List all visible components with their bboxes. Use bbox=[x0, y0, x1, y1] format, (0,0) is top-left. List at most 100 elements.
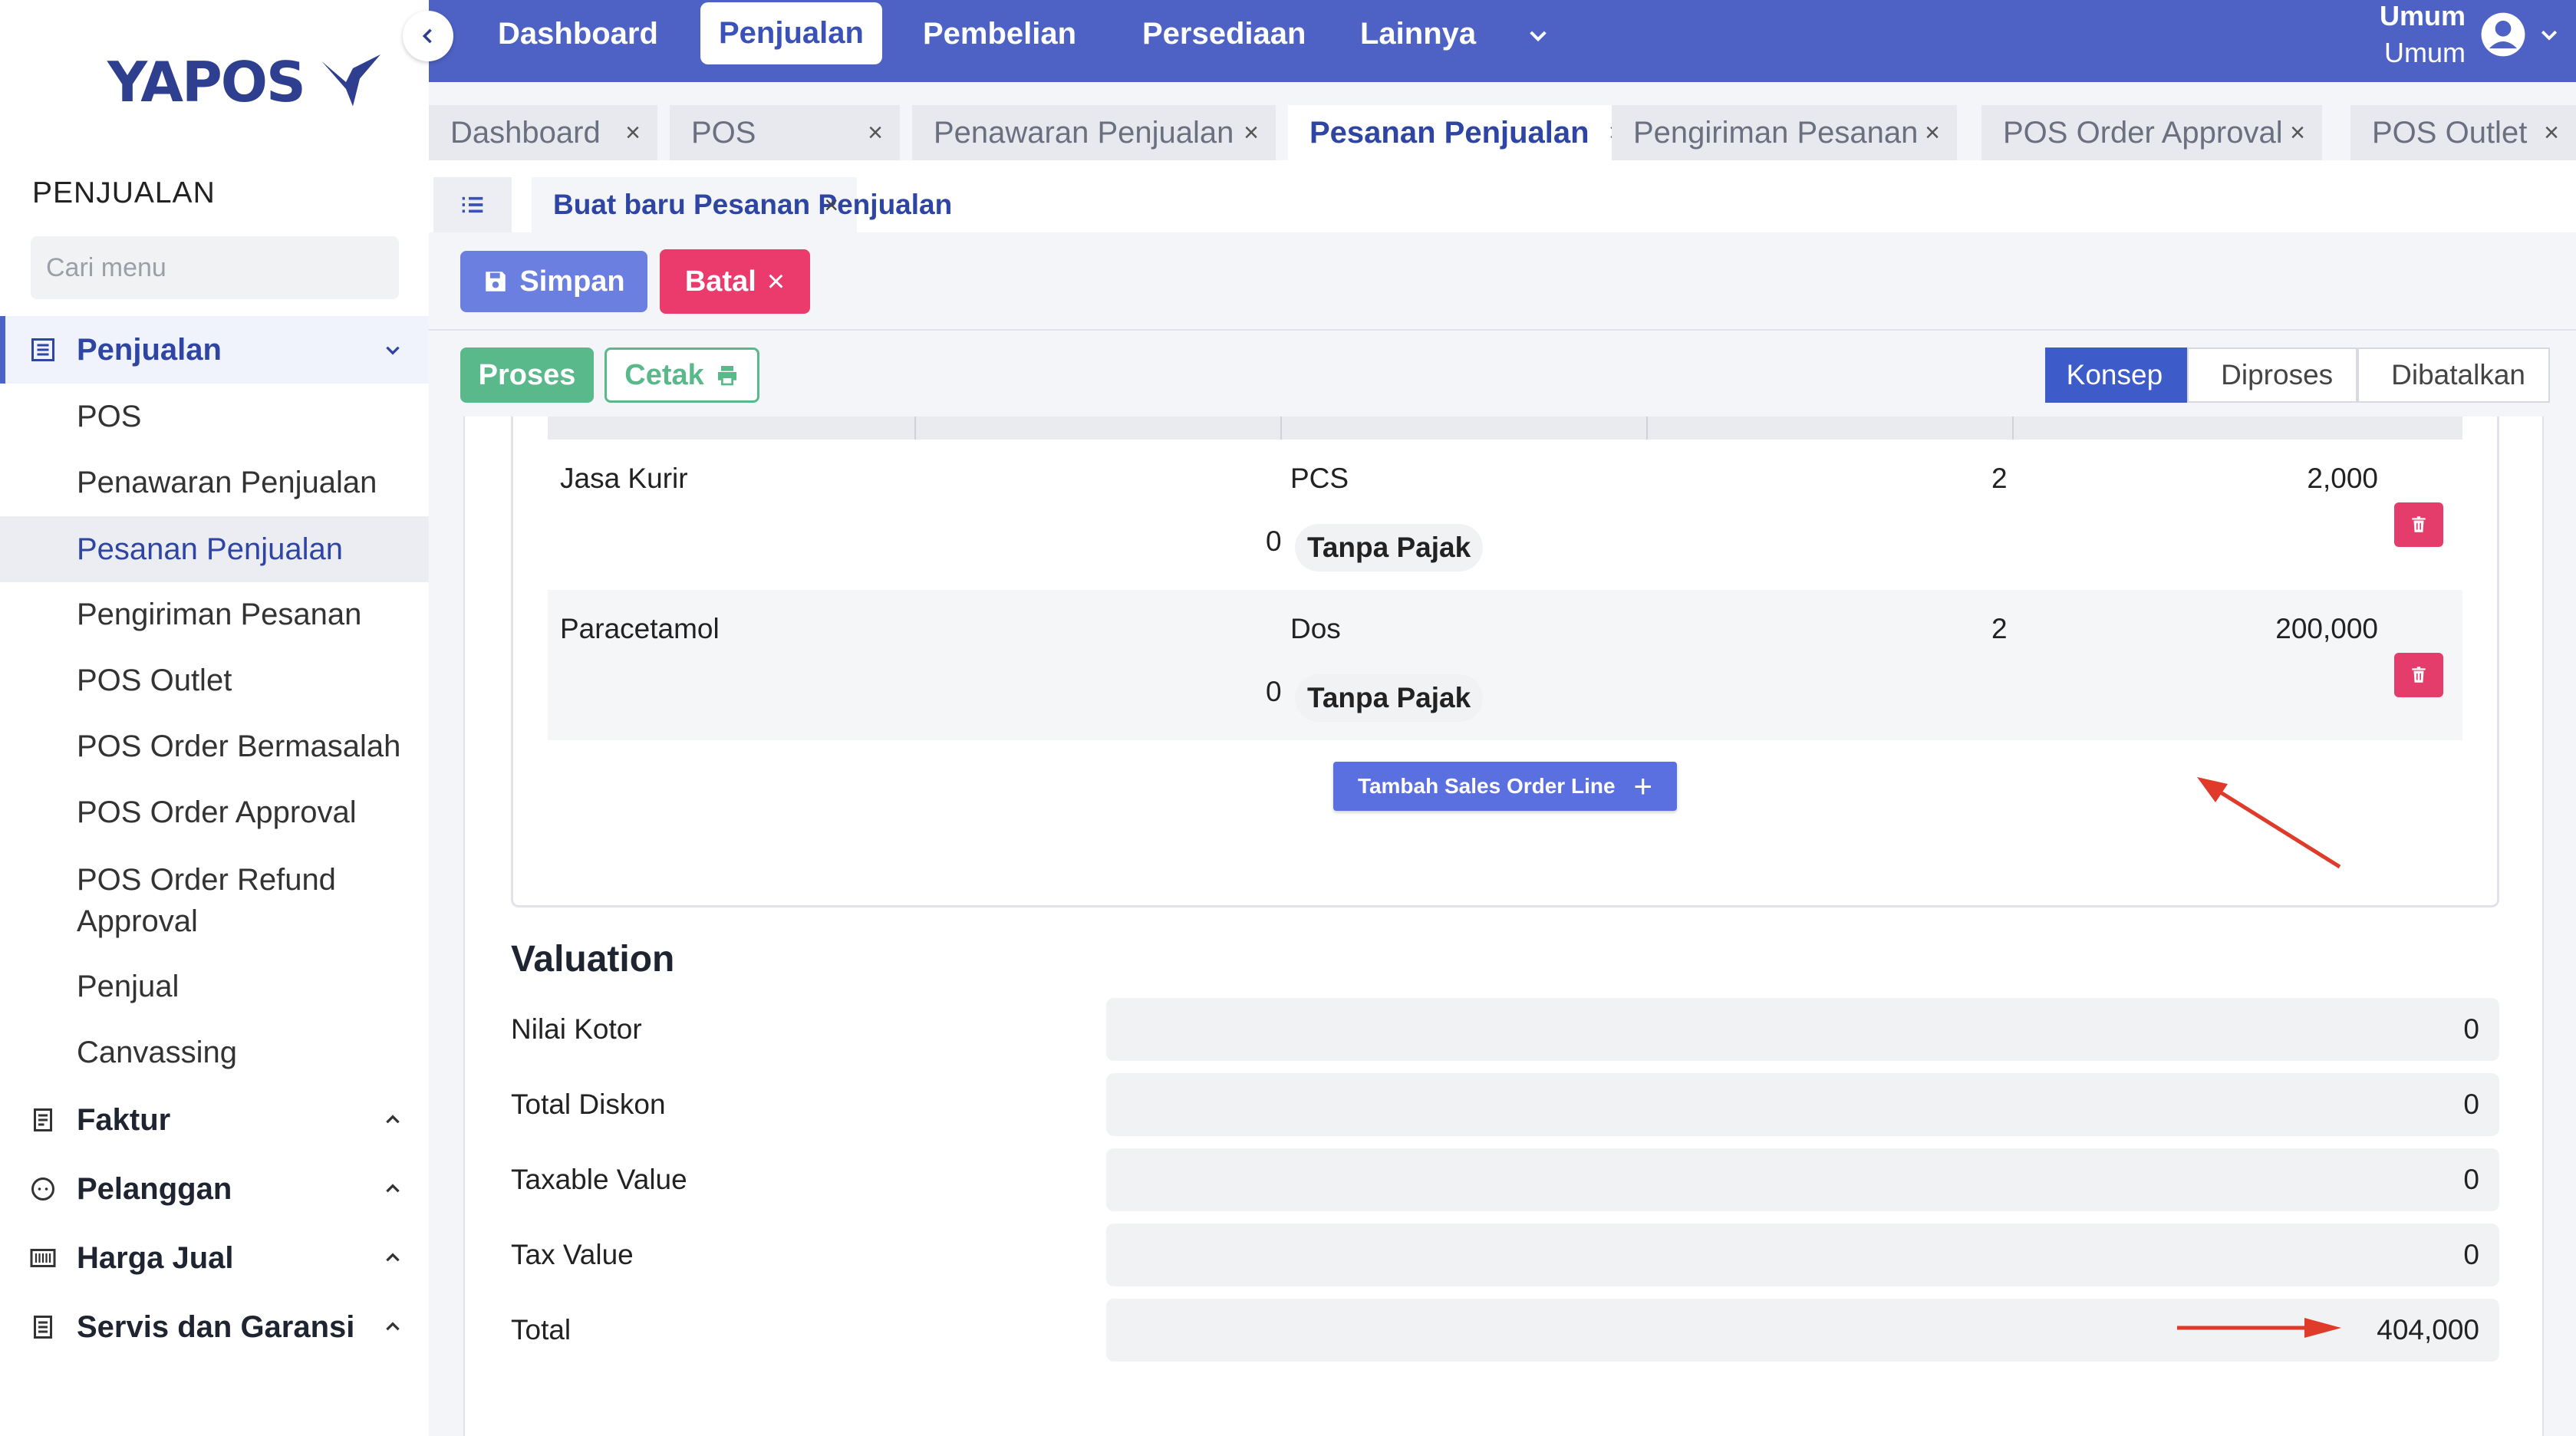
sidebar-group-label: Penjualan bbox=[77, 332, 222, 367]
table-row[interactable]: Paracetamol Dos 2 200,000 0 Tanpa Pajak bbox=[548, 590, 2462, 740]
close-icon[interactable]: × bbox=[1925, 118, 1940, 148]
price-cell[interactable]: 2,000 bbox=[2307, 463, 2378, 495]
sidebar-group-faktur[interactable]: Faktur bbox=[0, 1086, 429, 1154]
user-menu[interactable]: Umum Umum bbox=[2380, 0, 2576, 69]
close-icon[interactable]: × bbox=[2290, 118, 2305, 148]
close-icon[interactable]: × bbox=[2544, 118, 2559, 148]
sidebar-item-pos-order-bermasalah[interactable]: POS Order Bermasalah bbox=[0, 723, 429, 770]
receipt-icon bbox=[34, 1108, 52, 1131]
avatar-icon[interactable] bbox=[2479, 11, 2527, 58]
sidebar-item-pesanan-penjualan[interactable]: Pesanan Penjualan bbox=[0, 516, 429, 582]
close-icon[interactable]: × bbox=[625, 118, 641, 148]
tab-pengiriman-pesanan[interactable]: Pengiriman Pesanan × bbox=[1612, 105, 1957, 160]
tab-bar: Dashboard × POS × Penawaran Penjualan × Pes… bbox=[429, 105, 2576, 160]
tab-label: Penawaran Penjualan bbox=[934, 115, 1234, 150]
tab-pos-order-approval[interactable]: POS Order Approval × bbox=[1981, 105, 2322, 160]
tab-label: Dashboard bbox=[450, 115, 601, 150]
save-icon bbox=[486, 272, 506, 291]
chevron-up-icon bbox=[386, 1115, 400, 1124]
tab-label: POS Outlet bbox=[2372, 115, 2528, 150]
menu-list-button[interactable] bbox=[433, 177, 512, 232]
tab-pos[interactable]: POS × bbox=[670, 105, 900, 160]
sidebar-item-penjual[interactable]: Penjual bbox=[0, 963, 429, 1010]
close-icon[interactable]: × bbox=[1244, 118, 1259, 148]
sidebar-item-penawaran-penjualan[interactable]: Penawaran Penjualan bbox=[0, 459, 429, 506]
tab-penawaran-penjualan[interactable]: Penawaran Penjualan × bbox=[912, 105, 1276, 160]
table-row[interactable]: Jasa Kurir PCS 2 2,000 0 Tanpa Pajak bbox=[548, 440, 2462, 590]
tab-label: Pengiriman Pesanan bbox=[1633, 115, 1919, 150]
sidebar-group-pelanggan[interactable]: Pelanggan bbox=[0, 1155, 429, 1223]
chevron-down-icon[interactable] bbox=[1526, 23, 1550, 48]
sidebar-group-label: Harga Jual bbox=[77, 1240, 234, 1275]
nav-persediaan[interactable]: Persediaan bbox=[1124, 6, 1324, 62]
nav-dashboard[interactable]: Dashboard bbox=[479, 6, 677, 62]
save-button[interactable]: Simpan bbox=[460, 251, 647, 312]
valuation-label: Nilai Kotor bbox=[511, 1013, 642, 1045]
chevron-down-icon bbox=[386, 346, 400, 355]
chevron-up-icon bbox=[386, 1322, 400, 1331]
close-icon[interactable]: × bbox=[824, 191, 838, 219]
sidebar-search[interactable] bbox=[31, 236, 399, 299]
list-icon bbox=[31, 338, 54, 361]
sidebar-group-label: Faktur bbox=[77, 1102, 171, 1137]
document-icon bbox=[34, 1316, 52, 1339]
cancel-button[interactable]: Batal × bbox=[660, 249, 810, 314]
tab-label: Pesanan Penjualan bbox=[1309, 115, 1589, 150]
step-diproses[interactable]: Diproses bbox=[2187, 347, 2358, 403]
nav-penjualan[interactable]: Penjualan bbox=[700, 2, 882, 64]
discount-cell[interactable]: 0 bbox=[1266, 525, 1282, 558]
sidebar-collapse-button[interactable] bbox=[403, 11, 453, 61]
subtab-create-sales-order[interactable]: Buat baru Pesanan Penjualan × bbox=[532, 177, 952, 232]
uom-cell[interactable]: Dos bbox=[1290, 613, 1341, 645]
nav-pembelian[interactable]: Pembelian bbox=[904, 6, 1095, 62]
process-button[interactable]: Proses bbox=[460, 347, 594, 403]
add-sales-order-line-button[interactable]: Tambah Sales Order Line + bbox=[1333, 762, 1677, 811]
step-dibatalkan[interactable]: Dibatalkan bbox=[2357, 347, 2550, 403]
chevron-up-icon bbox=[386, 1184, 400, 1193]
chevron-down-icon[interactable] bbox=[2538, 23, 2561, 46]
sidebar-item-pengiriman-pesanan[interactable]: Pengiriman Pesanan bbox=[0, 591, 429, 638]
close-icon[interactable]: × bbox=[868, 118, 883, 148]
valuation-row-total-diskon: Total Diskon 0 bbox=[511, 1073, 2499, 1136]
qty-cell[interactable]: 2 bbox=[1991, 463, 2008, 495]
tax-badge[interactable]: Tanpa Pajak bbox=[1295, 674, 1484, 722]
product-cell[interactable]: Jasa Kurir bbox=[560, 463, 688, 495]
tax-badge[interactable]: Tanpa Pajak bbox=[1295, 524, 1484, 571]
search-input[interactable] bbox=[46, 252, 386, 283]
sidebar-item-pos[interactable]: POS bbox=[0, 393, 429, 440]
tab-pesanan-penjualan[interactable]: Pesanan Penjualan× bbox=[1288, 105, 1641, 160]
delete-line-button[interactable] bbox=[2394, 653, 2443, 697]
nav-lainnya[interactable]: Lainnya bbox=[1342, 6, 1494, 62]
sidebar-item-pos-order-refund-approval[interactable]: POS Order Refund Approval bbox=[0, 856, 414, 945]
product-cell[interactable]: Paracetamol bbox=[560, 613, 720, 645]
app-logo[interactable]: YAPOS bbox=[107, 48, 387, 117]
chevron-left-icon bbox=[422, 28, 432, 44]
plus-icon: + bbox=[1633, 768, 1653, 804]
sidebar-group-harga-jual[interactable]: Harga Jual bbox=[0, 1224, 429, 1292]
valuation-field: 0 bbox=[1106, 998, 2499, 1061]
discount-cell[interactable]: 0 bbox=[1266, 676, 1282, 708]
print-button[interactable]: Cetak bbox=[604, 347, 759, 403]
tab-dashboard[interactable]: Dashboard × bbox=[429, 105, 657, 160]
sidebar-item-pos-outlet[interactable]: POS Outlet bbox=[0, 657, 429, 704]
sidebar-item-canvassing[interactable]: Canvassing bbox=[0, 1029, 429, 1076]
sidebar: YAPOS PENJUALAN Penjualan POS Penawaran … bbox=[0, 0, 429, 1436]
sidebar-item-pos-order-approval[interactable]: POS Order Approval bbox=[0, 789, 429, 836]
price-cell[interactable]: 200,000 bbox=[2275, 613, 2378, 645]
qty-cell[interactable]: 2 bbox=[1991, 613, 2008, 645]
delete-line-button[interactable] bbox=[2394, 502, 2443, 547]
process-label: Proses bbox=[478, 358, 576, 391]
annotation-arrow bbox=[2177, 1318, 2341, 1338]
printer-icon bbox=[717, 366, 736, 386]
sidebar-group-penjualan[interactable]: Penjualan bbox=[0, 316, 429, 384]
uom-cell[interactable]: PCS bbox=[1290, 463, 1349, 495]
sidebar-group-servis-dan-garansi[interactable]: Servis dan Garansi bbox=[0, 1293, 429, 1361]
action-bar: Simpan Batal × bbox=[429, 232, 2576, 331]
list-icon bbox=[462, 196, 483, 213]
table-header bbox=[548, 417, 2462, 440]
tab-pos-outlet[interactable]: POS Outlet × bbox=[2350, 105, 2576, 160]
step-konsep[interactable]: Konsep bbox=[2044, 347, 2188, 403]
valuation-label: Total Diskon bbox=[511, 1089, 666, 1120]
valuation-row-taxable-value: Taxable Value 0 bbox=[511, 1148, 2499, 1211]
sidebar-section-title: PENJUALAN bbox=[32, 176, 216, 209]
